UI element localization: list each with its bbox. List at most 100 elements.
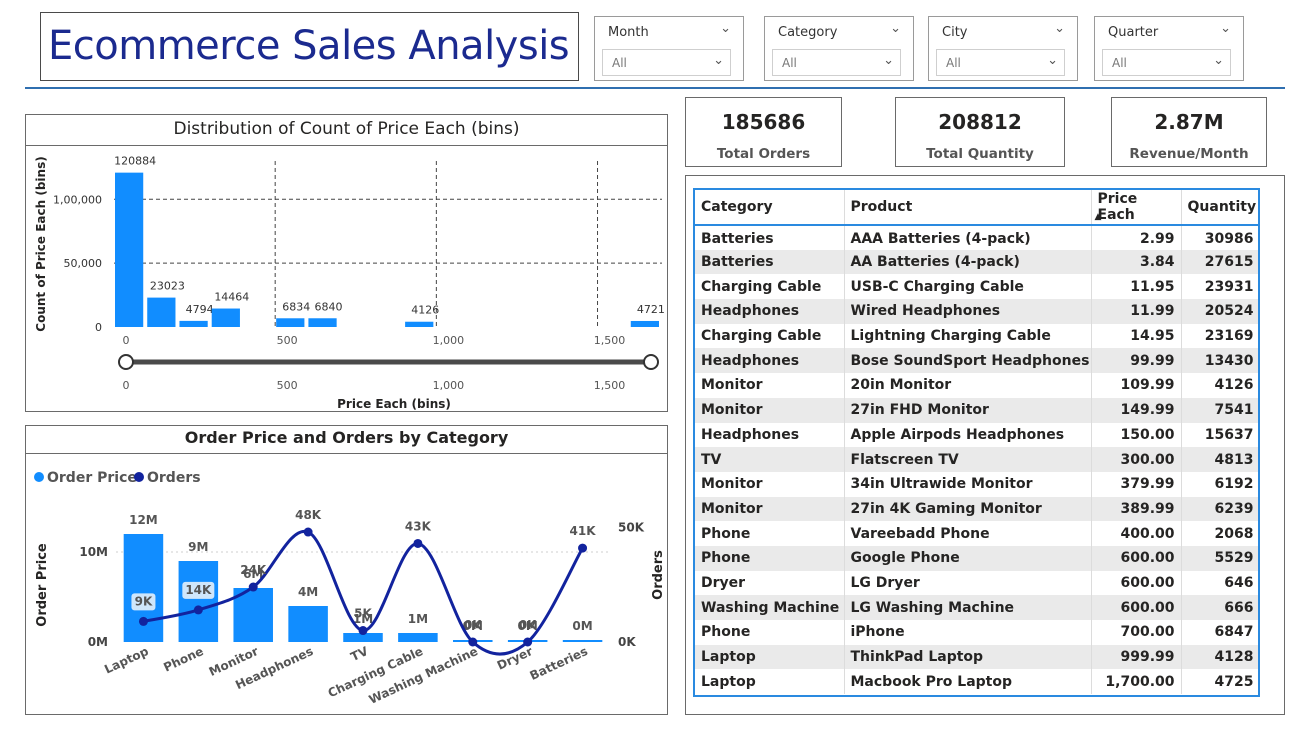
orders-point[interactable] <box>413 538 423 548</box>
month-slicer[interactable]: Month ⌄ All ⌄ <box>594 16 744 81</box>
table-row[interactable]: Dryer LG Dryer 600.00 646 <box>695 570 1258 596</box>
table-row[interactable]: Batteries AAA Batteries (4-pack) 2.99 30986 <box>695 225 1258 250</box>
cell-product: USB-C Charging Cable <box>844 274 1092 300</box>
column-header-product[interactable]: Product <box>844 190 1092 226</box>
table-row[interactable]: Headphones Wired Headphones 11.99 20524 <box>695 299 1258 324</box>
chevron-down-icon[interactable]: ⌄ <box>720 21 731 36</box>
chevron-down-icon[interactable]: ⌄ <box>1220 21 1231 36</box>
table-row[interactable]: Monitor 27in 4K Gaming Monitor 389.99 6239 <box>695 496 1258 522</box>
chevron-down-icon[interactable]: ⌄ <box>713 53 724 68</box>
cell-quantity: 4813 <box>1181 447 1258 472</box>
bar-data-label: 6840 <box>315 300 343 313</box>
table-row[interactable]: Phone iPhone 700.00 6847 <box>695 620 1258 645</box>
month-dropdown[interactable]: All ⌄ <box>602 49 731 76</box>
bar-data-label: 4721 <box>637 303 665 316</box>
table-row[interactable]: Monitor 20in Monitor 109.99 4126 <box>695 373 1258 398</box>
kpi-label: Total Quantity <box>926 146 1034 162</box>
order-price-bar[interactable] <box>562 640 603 642</box>
cell-quantity: 4128 <box>1181 644 1258 670</box>
cell-category: Washing Machine <box>695 595 845 620</box>
cell-quantity: 4725 <box>1181 669 1258 695</box>
quarter-slicer[interactable]: Quarter ⌄ All ⌄ <box>1094 16 1244 81</box>
chevron-down-icon[interactable]: ⌄ <box>883 53 894 68</box>
line-data-label: 0K <box>519 618 537 632</box>
histogram-bar[interactable] <box>308 318 337 327</box>
cell-quantity: 15637 <box>1181 422 1258 448</box>
cell-category: Charging Cable <box>695 274 845 300</box>
cell-quantity: 6239 <box>1181 496 1258 522</box>
x-category-label: TV <box>349 644 371 664</box>
table-row[interactable]: Washing Machine LG Washing Machine 600.00 6… <box>695 595 1258 620</box>
cell-price-each: 1,700.00 <box>1091 669 1182 695</box>
histogram-bar[interactable] <box>147 297 176 327</box>
table-row[interactable]: Charging Cable Lightning Charging Cable 14… <box>695 323 1258 349</box>
table-row[interactable]: Charging Cable USB-C Charging Cable 11.95 2… <box>695 274 1258 300</box>
table-row[interactable]: Headphones Apple Airpods Headphones 150.00… <box>695 422 1258 448</box>
cell-category: Laptop <box>695 644 845 670</box>
cell-quantity: 20524 <box>1181 299 1258 324</box>
orders-point[interactable] <box>138 616 148 626</box>
category-dropdown[interactable]: All ⌄ <box>772 49 901 76</box>
product-table[interactable]: Category Product Price Each ▲ Quantity Ba… <box>693 188 1260 697</box>
table-row[interactable]: Laptop Macbook Pro Laptop 1,700.00 4725 <box>695 669 1258 695</box>
cell-category: Headphones <box>695 348 845 374</box>
orders-point[interactable] <box>578 543 588 553</box>
chevron-down-icon[interactable]: ⌄ <box>1054 21 1065 36</box>
legend-marker[interactable] <box>134 472 144 482</box>
histogram-bar[interactable] <box>630 320 659 327</box>
kpi-label: Revenue/Month <box>1129 146 1249 162</box>
table-row[interactable]: Laptop ThinkPad Laptop 999.99 4128 <box>695 644 1258 670</box>
category-slicer[interactable]: Category ⌄ All ⌄ <box>764 16 914 81</box>
order-price-bar[interactable] <box>178 561 219 642</box>
column-header-price-each[interactable]: Price Each ▲ <box>1091 190 1182 226</box>
city-slicer[interactable]: City ⌄ All ⌄ <box>928 16 1078 81</box>
column-header-quantity[interactable]: Quantity <box>1181 190 1258 226</box>
chevron-down-icon[interactable]: ⌄ <box>1213 53 1224 68</box>
table-row[interactable]: Phone Vareebadd Phone 400.00 2068 <box>695 521 1258 546</box>
orders-point[interactable] <box>358 626 368 636</box>
chevron-down-icon[interactable]: ⌄ <box>890 21 901 36</box>
cell-quantity: 6847 <box>1181 620 1258 645</box>
sort-ascending-icon[interactable]: ▲ <box>1095 212 1102 222</box>
report-title-box: Ecommerce Sales Analysis <box>40 12 579 81</box>
histogram-bar[interactable] <box>276 318 305 327</box>
category-slicer-title: Category <box>778 25 838 40</box>
bar-data-label: 120884 <box>114 155 156 168</box>
legend-label[interactable]: Orders <box>147 470 201 486</box>
chevron-down-icon[interactable]: ⌄ <box>1047 53 1058 68</box>
cell-price-each: 150.00 <box>1091 422 1182 448</box>
cell-product: Apple Airpods Headphones <box>844 422 1092 448</box>
table-row[interactable]: Headphones Bose SoundSport Headphones 99.9… <box>695 348 1258 374</box>
cell-category: Phone <box>695 545 845 571</box>
order-price-bar[interactable] <box>288 606 328 642</box>
column-header-category[interactable]: Category <box>695 190 845 226</box>
table-row[interactable]: Phone Google Phone 600.00 5529 <box>695 545 1258 571</box>
orders-point[interactable] <box>303 527 313 537</box>
page-title: Ecommerce Sales Analysis <box>48 23 570 69</box>
legend-marker[interactable] <box>34 472 44 482</box>
range-slider-handle-min[interactable] <box>118 354 134 370</box>
orders-point[interactable] <box>193 605 203 615</box>
table-row[interactable]: Batteries AA Batteries (4-pack) 3.84 27615 <box>695 249 1258 275</box>
histogram-bar[interactable] <box>405 321 434 327</box>
table-row[interactable]: Monitor 27in FHD Monitor 149.99 7541 <box>695 397 1258 423</box>
histogram-bar[interactable] <box>211 308 240 327</box>
quarter-dropdown[interactable]: All ⌄ <box>1102 49 1231 76</box>
histogram-bar[interactable] <box>115 172 144 327</box>
cell-category: Monitor <box>695 496 845 522</box>
cell-category: TV <box>695 447 845 472</box>
cell-category: Phone <box>695 521 845 546</box>
kpi-card-total-quantity: 208812 Total Quantity <box>895 97 1065 167</box>
legend-label[interactable]: Order Price <box>47 470 137 486</box>
city-dropdown[interactable]: All ⌄ <box>936 49 1065 76</box>
cell-product: LG Washing Machine <box>844 595 1092 620</box>
range-slider-handle-max[interactable] <box>643 354 659 370</box>
city-slicer-title: City <box>942 25 968 40</box>
bar-data-label: 23023 <box>150 280 185 293</box>
table-row[interactable]: Monitor 34in Ultrawide Monitor 379.99 6192 <box>695 471 1258 497</box>
orders-point[interactable] <box>248 582 258 592</box>
histogram-bar[interactable] <box>179 320 208 327</box>
cell-category: Monitor <box>695 373 845 398</box>
table-row[interactable]: TV Flatscreen TV 300.00 4813 <box>695 447 1258 472</box>
order-price-bar[interactable] <box>398 633 438 642</box>
